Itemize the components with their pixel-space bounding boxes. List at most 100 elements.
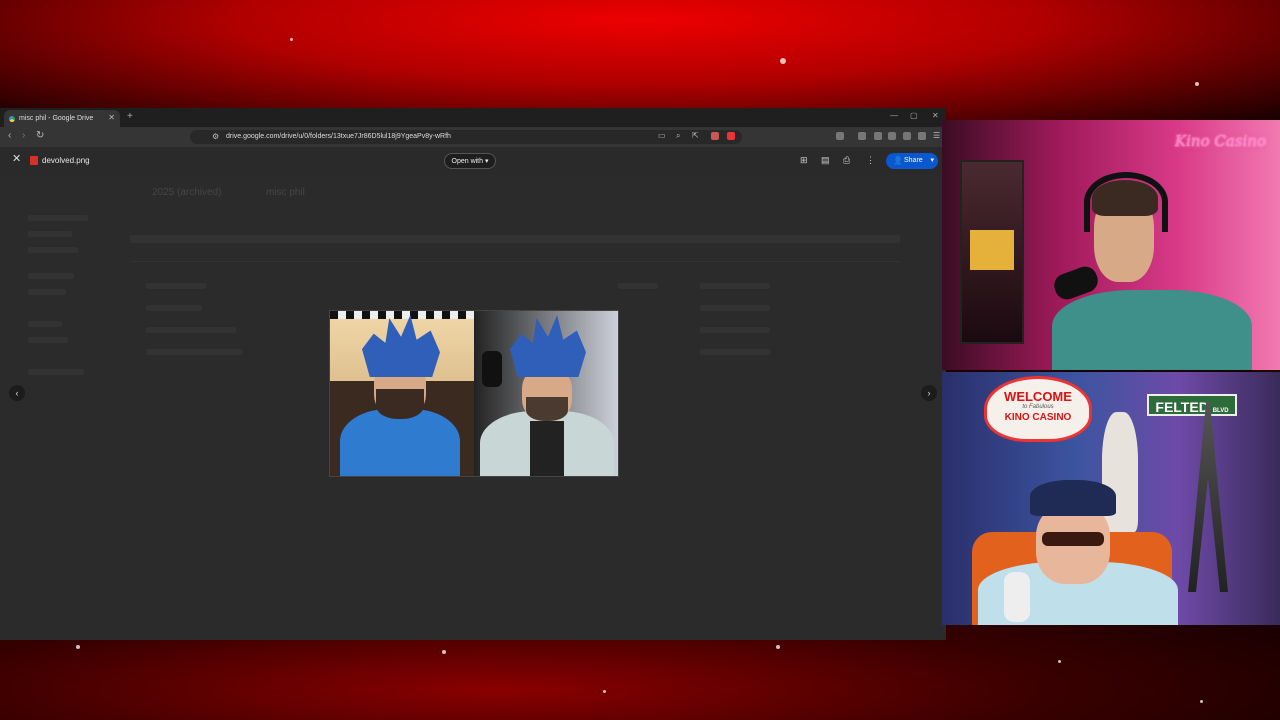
close-preview-icon[interactable]: ✕ [12, 152, 21, 165]
sparkle [290, 38, 293, 41]
extension-icon[interactable] [874, 132, 882, 140]
file-row-placeholder [146, 305, 202, 311]
sidebar-placeholder [28, 337, 68, 343]
image-file-icon [30, 156, 38, 165]
zoom-icon[interactable]: ⌕ [676, 131, 680, 141]
close-window-icon[interactable]: ✕ [932, 111, 939, 120]
sparkle [776, 645, 780, 649]
file-row-placeholder [700, 349, 770, 355]
extension-icon[interactable] [918, 132, 926, 140]
file-row-placeholder [146, 327, 236, 333]
more-options-icon[interactable]: ⋮ [866, 155, 875, 166]
tab-title: misc phil - Google Drive [19, 115, 94, 122]
webcam-top: Kino Casino [942, 120, 1280, 370]
cap [1030, 480, 1116, 516]
share-page-icon[interactable]: ⇱ [692, 131, 699, 140]
reload-icon[interactable]: ↻ [36, 130, 44, 141]
sidebar-placeholder [28, 215, 88, 221]
next-file-button[interactable]: › [921, 385, 937, 401]
casino-name: KINO CASINO [1004, 412, 1072, 423]
beard [376, 389, 424, 419]
file-row-placeholder [146, 349, 242, 355]
sidebar-placeholder [28, 289, 66, 295]
extension-icon[interactable] [858, 132, 866, 140]
sonic-hat [510, 315, 586, 377]
extension-icon[interactable] [836, 132, 844, 140]
chevron-down-icon: ▾ [484, 158, 489, 165]
sunglasses-icon [1042, 532, 1104, 546]
share-label: Share [904, 157, 923, 164]
file-row-placeholder [130, 261, 900, 262]
add-to-drive-icon[interactable]: ⊞ [800, 155, 808, 166]
sparkle [1195, 82, 1199, 86]
previewed-image [329, 310, 619, 477]
preview-filename: devolved.png [42, 156, 90, 165]
checkered-wall [330, 311, 474, 319]
welcome-subtext: to Fabulous [1022, 404, 1054, 410]
arcade-screen [970, 230, 1014, 270]
maximize-icon[interactable]: ▢ [910, 111, 918, 120]
beard [526, 397, 568, 421]
extension-icon[interactable] [903, 132, 911, 140]
dark-undershirt [530, 421, 564, 476]
sidebar-placeholder [28, 273, 74, 279]
google-drive-icon [9, 115, 15, 122]
site-info-icon[interactable]: ⚙ [212, 130, 219, 144]
menu-icon[interactable]: ☰ [933, 131, 940, 140]
microphone [1004, 572, 1030, 622]
forward-icon[interactable]: › [22, 130, 25, 141]
file-row-placeholder [700, 283, 770, 289]
sparkle [780, 58, 786, 64]
share-button[interactable]: 👤 Share ▾ [886, 153, 938, 169]
street-sign-text: FELTED [1155, 399, 1209, 415]
file-row-placeholder [700, 327, 770, 333]
sidebar-placeholder [28, 369, 84, 375]
extension-icon[interactable] [711, 132, 719, 140]
close-tab-icon[interactable]: ✕ [108, 113, 115, 122]
file-row-placeholder [700, 305, 770, 311]
street-sign: FELTED BLVD [1147, 394, 1237, 416]
new-tab-button[interactable]: + [127, 111, 133, 122]
sparkle [442, 650, 446, 654]
print-icon[interactable]: ⎙ [843, 155, 850, 166]
welcome-text: WELCOME [1004, 389, 1072, 404]
webcam-bottom: WELCOME to Fabulous KINO CASINO FELTED B… [942, 372, 1280, 625]
tab-strip: misc phil - Google Drive ✕ + — ▢ ✕ [0, 108, 946, 127]
file-row-placeholder [146, 283, 206, 289]
minimize-icon[interactable]: — [890, 111, 898, 120]
breadcrumb-root: 2025 (archived) [152, 187, 222, 198]
previous-file-button[interactable]: ‹ [9, 385, 25, 401]
breadcrumb-current: misc phil [266, 187, 305, 198]
back-icon[interactable]: ‹ [8, 130, 11, 141]
welcome-sign: WELCOME to Fabulous KINO CASINO [984, 376, 1092, 442]
open-with-label: Open with [451, 158, 484, 165]
blue-shirt [340, 409, 460, 476]
microphone [482, 351, 502, 387]
toolbar-placeholder [130, 235, 900, 243]
image-left-pane [330, 311, 474, 476]
streamer-shirt [1052, 290, 1252, 370]
browser-toolbar: ‹ › ↻ ▯ ⚙ drive.google.com/drive/u/0/fol… [0, 127, 946, 147]
image-right-pane [474, 311, 618, 476]
comment-icon[interactable]: ▤ [821, 155, 830, 166]
sidebar-placeholder [28, 247, 78, 253]
extension-icon[interactable] [888, 132, 896, 140]
tab-drive[interactable]: misc phil - Google Drive ✕ [4, 110, 120, 127]
sidebar-placeholder [28, 321, 62, 327]
eiffel-tower [1188, 402, 1228, 592]
sparkle [76, 645, 80, 649]
file-row-placeholder [618, 283, 658, 289]
neon-sign: Kino Casino [1174, 132, 1266, 150]
person-add-icon: 👤 [893, 156, 903, 165]
address-text: drive.google.com/drive/u/0/folders/13txu… [226, 133, 451, 140]
extension-icon[interactable] [727, 132, 735, 140]
cast-icon[interactable]: ▭ [658, 131, 666, 140]
street-sign-suffix: BLVD [1212, 408, 1229, 414]
open-with-button[interactable]: Open with ▾ [444, 153, 496, 169]
share-dropdown-icon[interactable]: ▾ [930, 153, 934, 169]
sonic-hat [362, 315, 440, 377]
preview-header: ✕ devolved.png Open with ▾ ⊞ ▤ ⎙ ⋮ 👤 Sha… [0, 147, 946, 175]
sidebar-placeholder [28, 231, 72, 237]
sparkle [1200, 700, 1203, 703]
sparkle [603, 690, 606, 693]
